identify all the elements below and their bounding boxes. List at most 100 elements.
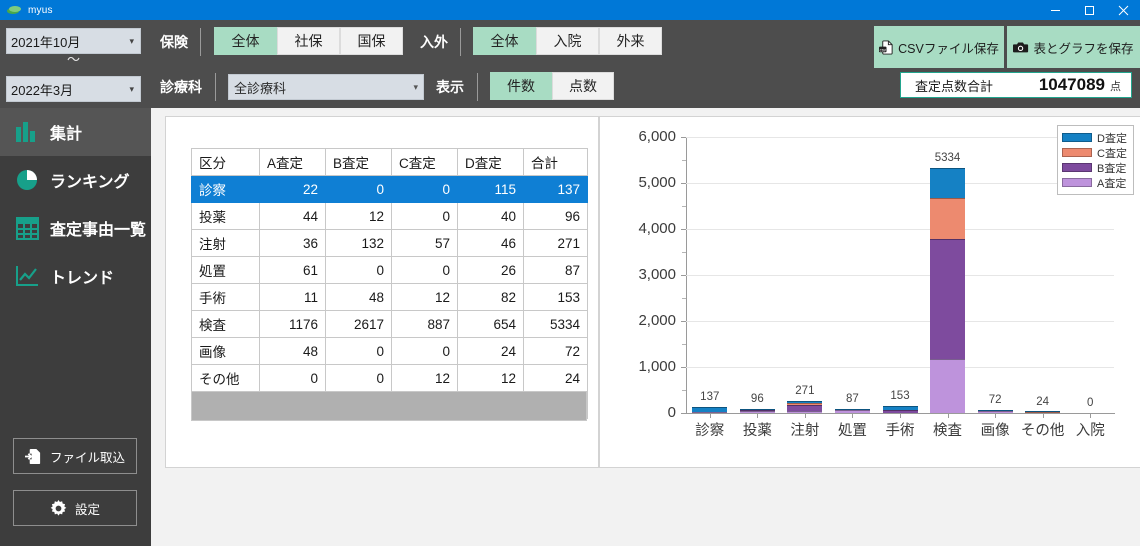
x-axis-tick-mark bbox=[995, 414, 997, 418]
inout-option-inpatient[interactable]: 入院 bbox=[536, 27, 599, 55]
period-to-value: 2022年3月 bbox=[11, 82, 74, 98]
divider-display bbox=[477, 73, 478, 101]
maximize-button[interactable] bbox=[1072, 0, 1106, 20]
import-file-button[interactable]: ファイル取込 bbox=[13, 438, 137, 474]
y-axis-minor-tick bbox=[682, 206, 686, 207]
chart-bar[interactable] bbox=[834, 137, 870, 413]
legend-item[interactable]: A査定 bbox=[1062, 175, 1127, 190]
table-column-header: B査定 bbox=[325, 148, 392, 176]
table-cell-value: 271 bbox=[523, 229, 588, 257]
table-row[interactable]: その他 0 0 12 12 24 bbox=[191, 364, 588, 392]
y-axis-tick-label: 0 bbox=[667, 404, 676, 421]
y-axis-minor-tick bbox=[682, 160, 686, 161]
table-row[interactable]: 処置 61 0 0 26 87 bbox=[191, 256, 588, 284]
chart-bar[interactable] bbox=[1025, 137, 1061, 413]
divider-inout bbox=[460, 28, 461, 56]
sidebar-item-assessment-reasons[interactable]: 査定事由一覧 bbox=[0, 204, 151, 252]
table-body: 診察 22 0 0 115 137 投薬 44 12 0 40 96 注射 36 132 57 46 271 処置 6… bbox=[191, 175, 588, 419]
sidebar-item-ranking[interactable]: ランキング bbox=[0, 156, 151, 204]
chart-bar-segment bbox=[787, 402, 823, 406]
table-cell-value: 137 bbox=[523, 175, 588, 203]
inout-option-outpatient[interactable]: 外来 bbox=[599, 27, 662, 55]
department-select[interactable]: 全診療科 ▾ bbox=[228, 74, 424, 100]
table-row[interactable]: 診察 22 0 0 115 137 bbox=[191, 175, 588, 203]
period-to-select[interactable]: 2022年3月 ▾ bbox=[6, 76, 141, 102]
table-row[interactable]: 画像 48 0 0 24 72 bbox=[191, 337, 588, 365]
period-from-select[interactable]: 2021年10月 ▾ bbox=[6, 28, 141, 54]
settings-button[interactable]: 設定 bbox=[13, 490, 137, 526]
y-axis-minor-tick bbox=[682, 344, 686, 345]
insurance-option-shaho[interactable]: 社保 bbox=[277, 27, 340, 55]
sidebar-item-label: ランキング bbox=[50, 174, 130, 191]
display-option-points[interactable]: 点数 bbox=[552, 72, 614, 100]
plot-area bbox=[686, 137, 1114, 413]
sidebar-item-trend[interactable]: トレンド bbox=[0, 252, 151, 300]
display-option-count[interactable]: 件数 bbox=[490, 72, 552, 100]
legend-item[interactable]: B査定 bbox=[1062, 160, 1127, 175]
legend-item[interactable]: D査定 bbox=[1062, 130, 1127, 145]
save-chart-image-button[interactable]: 表とグラフを保存 bbox=[1007, 26, 1140, 68]
table-column-header: 合計 bbox=[523, 148, 588, 176]
legend-color-swatch bbox=[1062, 178, 1093, 187]
table-row[interactable]: 注射 36 132 57 46 271 bbox=[191, 229, 588, 257]
y-axis-tick-mark bbox=[681, 137, 686, 138]
chart-bar-segment bbox=[739, 410, 775, 413]
close-button[interactable] bbox=[1106, 0, 1140, 20]
insurance-option-kokuho[interactable]: 国保 bbox=[340, 27, 403, 55]
settings-label: 設定 bbox=[74, 502, 100, 517]
table-cell-value: 0 bbox=[391, 175, 458, 203]
chart-bar[interactable] bbox=[692, 137, 728, 413]
sidebar-item-label: 査定事由一覧 bbox=[50, 222, 147, 239]
window-title: myus bbox=[28, 4, 53, 16]
table-cell-value: 61 bbox=[259, 256, 326, 284]
chart-bar-segment bbox=[834, 409, 870, 411]
chart-bar[interactable] bbox=[930, 137, 966, 413]
table-cell-value: 0 bbox=[325, 364, 392, 392]
chart-bar-segment bbox=[977, 410, 1013, 413]
sidebar-item-summary[interactable]: 集計 bbox=[0, 108, 151, 156]
y-axis-tick-label: 6,000 bbox=[638, 128, 676, 145]
table-cell-category: 投薬 bbox=[191, 202, 260, 230]
total-points-value: 1047089 bbox=[1038, 75, 1105, 94]
chart-bar-segment bbox=[882, 410, 918, 413]
save-csv-button[interactable]: csv CSVファイル保存 bbox=[874, 26, 1004, 68]
chart-bar-segment bbox=[977, 409, 1013, 411]
table-cell-value: 12 bbox=[457, 364, 524, 392]
camera-icon bbox=[1013, 40, 1029, 54]
display-label: 表示 bbox=[436, 79, 464, 95]
table-cell-value: 654 bbox=[457, 310, 524, 338]
chart-bar[interactable] bbox=[739, 137, 775, 413]
table-row[interactable]: 検査 1176 2617 887 654 5334 bbox=[191, 310, 588, 338]
chart-bar-segment bbox=[930, 197, 966, 239]
y-axis-tick-label: 3,000 bbox=[638, 266, 676, 283]
chevron-down-icon: ▾ bbox=[129, 83, 134, 94]
legend-item[interactable]: C査定 bbox=[1062, 145, 1127, 160]
table-cell-value: 24 bbox=[523, 364, 588, 392]
x-axis-category-label: 入院 bbox=[1075, 423, 1105, 439]
table-row[interactable]: 投薬 44 12 0 40 96 bbox=[191, 202, 588, 230]
minimize-button[interactable] bbox=[1038, 0, 1072, 20]
table-cell-value: 12 bbox=[325, 202, 392, 230]
chart-bar[interactable] bbox=[977, 137, 1013, 413]
chart-bar-segment bbox=[787, 411, 823, 413]
table-cell-value: 72 bbox=[523, 337, 588, 365]
table-column-header: A査定 bbox=[259, 148, 326, 176]
stacked-bar-chart-panel: D査定 C査定 B査定 A査定 0 1,000 2,000 3,000 4,000 5,000 6… bbox=[599, 116, 1140, 468]
chart-bar[interactable] bbox=[787, 137, 823, 413]
table-cell-category: 処置 bbox=[191, 256, 260, 284]
x-axis-tick-mark bbox=[947, 414, 949, 418]
table-row[interactable]: 手術 11 48 12 82 153 bbox=[191, 283, 588, 311]
chart-bar-segment bbox=[882, 405, 918, 410]
total-points-label: 査定点数合計 bbox=[915, 78, 994, 94]
table-cell-value: 24 bbox=[457, 337, 524, 365]
chart-bar[interactable] bbox=[882, 137, 918, 413]
inout-option-all[interactable]: 全体 bbox=[473, 27, 536, 55]
y-axis-tick-label: 4,000 bbox=[638, 220, 676, 237]
table-cell-value: 0 bbox=[391, 337, 458, 365]
y-axis-tick-mark bbox=[681, 229, 686, 230]
y-axis-tick-label: 5,000 bbox=[638, 174, 676, 191]
table-cell-category: 診察 bbox=[191, 175, 260, 203]
insurance-option-all[interactable]: 全体 bbox=[214, 27, 277, 55]
table-cell-value: 11 bbox=[259, 283, 326, 311]
chart-bar-segment bbox=[692, 406, 728, 412]
